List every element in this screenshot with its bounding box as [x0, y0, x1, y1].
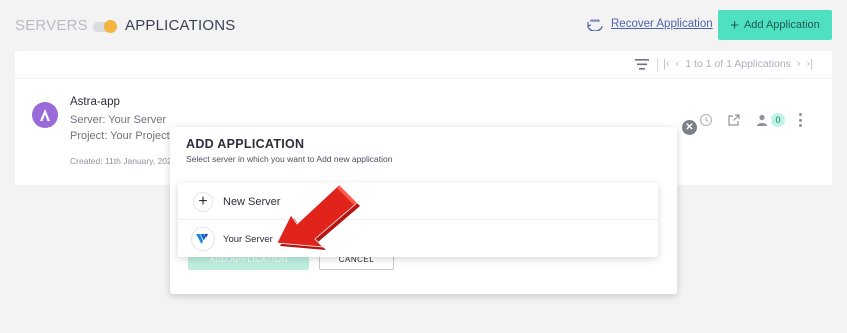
- app-avatar: [32, 102, 58, 128]
- plus-icon: +: [730, 16, 739, 34]
- recover-icon: [587, 19, 603, 31]
- list-toolbar: |‹ ‹ 1 to 1 of 1 Applications › ›|: [15, 51, 832, 79]
- app-project: Project: Your Project: [70, 130, 170, 142]
- dropdown-item-label: New Server: [223, 195, 281, 208]
- external-link-icon[interactable]: [727, 113, 741, 127]
- close-icon[interactable]: ✕: [682, 120, 697, 135]
- sort-icon[interactable]: [635, 59, 649, 70]
- row-actions: 0: [699, 113, 803, 127]
- plus-icon: +: [193, 191, 213, 212]
- tab-applications[interactable]: APPLICATIONS: [125, 17, 235, 34]
- recover-application-label: Recover Application: [611, 18, 713, 30]
- view-toggle[interactable]: [93, 20, 117, 33]
- app-created: Created: 11th January, 2023: [70, 156, 177, 166]
- prev-page-icon[interactable]: ‹: [676, 58, 680, 70]
- add-application-button[interactable]: + Add Application: [718, 10, 832, 40]
- dropdown-item-new-server[interactable]: + New Server: [178, 184, 658, 220]
- vultr-logo-icon: [191, 227, 215, 251]
- next-page-icon[interactable]: ›: [797, 58, 801, 70]
- pagination: |‹ ‹ 1 to 1 of 1 Applications › ›|: [660, 58, 816, 70]
- pagination-text: 1 to 1 of 1 Applications: [685, 58, 791, 70]
- top-bar: SERVERS APPLICATIONS Recover Application…: [0, 0, 847, 50]
- user-icon: [757, 114, 767, 126]
- astra-logo-icon: [40, 109, 50, 121]
- tab-servers[interactable]: SERVERS: [15, 17, 88, 34]
- add-application-label: Add Application: [743, 19, 820, 31]
- modal-subtitle: Select server in which you want to Add n…: [186, 154, 393, 164]
- more-options-icon[interactable]: [799, 113, 803, 127]
- red-pointer-arrow-icon: [276, 184, 360, 250]
- first-page-icon[interactable]: |‹: [663, 58, 670, 70]
- toggle-knob: [104, 20, 117, 33]
- clock-icon[interactable]: [699, 113, 713, 127]
- modal-title: ADD APPLICATION: [186, 137, 305, 151]
- app-name[interactable]: Astra-app: [70, 96, 120, 108]
- user-count-badge: 0: [771, 113, 785, 127]
- recover-application-link[interactable]: Recover Application: [585, 17, 713, 31]
- toolbar-divider: [657, 58, 658, 72]
- last-page-icon[interactable]: ›|: [807, 58, 814, 70]
- server-dropdown: + New Server Your Server: [178, 183, 658, 257]
- dropdown-item-your-server[interactable]: Your Server: [178, 221, 658, 257]
- app-users[interactable]: 0: [755, 113, 785, 127]
- app-server: Server: Your Server: [70, 114, 166, 126]
- dropdown-item-label: Your Server: [223, 233, 273, 245]
